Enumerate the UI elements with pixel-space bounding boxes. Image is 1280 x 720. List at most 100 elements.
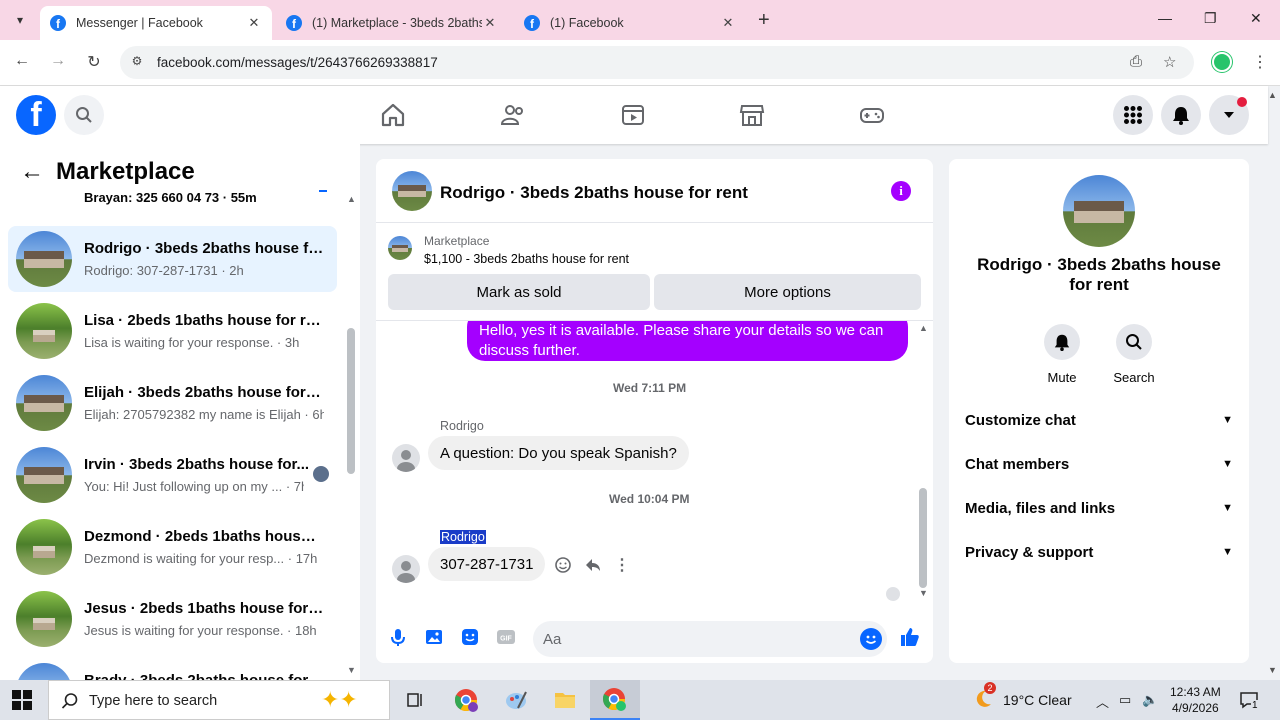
chrome-taskbar-active[interactable]: [590, 680, 640, 720]
conversation-item-irvin[interactable]: Irvin · 3beds 2baths house for... You: H…: [8, 442, 337, 508]
friends-icon[interactable]: [499, 101, 527, 129]
tab-facebook[interactable]: f (1) Facebook ✕: [514, 6, 746, 40]
chat-title[interactable]: Rodrigo · 3beds 2baths house for rent: [440, 183, 748, 203]
back-arrow-icon[interactable]: ←: [20, 158, 44, 186]
file-explorer-icon[interactable]: [551, 686, 579, 714]
scroll-up-arrow[interactable]: ▲: [919, 323, 928, 333]
search-in-conversation-button[interactable]: Search: [1104, 324, 1164, 385]
taskbar-search-box[interactable]: Type here to search ✦✦: [48, 680, 390, 720]
chat-panel: Rodrigo · 3beds 2baths house for rent i …: [376, 159, 933, 663]
gaming-icon[interactable]: [858, 101, 886, 129]
emoji-icon[interactable]: [860, 628, 882, 650]
search-highlight-icon: ✦✦: [321, 687, 358, 712]
weather-text[interactable]: 19°C Clear: [1003, 692, 1072, 708]
video-icon[interactable]: [619, 101, 647, 129]
search-button[interactable]: [64, 95, 104, 135]
seen-indicator-avatar: [886, 587, 900, 601]
listing-thumbnail[interactable]: [392, 171, 432, 211]
restore-button[interactable]: ❐: [1204, 10, 1217, 27]
browser-profile-icon[interactable]: [1212, 52, 1232, 72]
conversation-item-brady[interactable]: Brady · 3beds 2baths house for r...: [8, 658, 337, 680]
reload-button[interactable]: ↻: [83, 52, 105, 72]
page-title: Marketplace: [56, 158, 195, 185]
mute-button[interactable]: Mute: [1032, 324, 1092, 385]
info-icon[interactable]: i: [891, 181, 911, 201]
more-options-button[interactable]: More options: [654, 274, 921, 310]
paint-app-icon[interactable]: [502, 686, 530, 714]
sticker-icon[interactable]: [458, 625, 482, 649]
menu-grid-button[interactable]: [1113, 95, 1153, 135]
browser-menu-icon[interactable]: ⋮: [1252, 52, 1268, 72]
microphone-icon[interactable]: [386, 625, 410, 649]
close-icon[interactable]: ✕: [246, 15, 262, 31]
search-icon: [1126, 334, 1142, 350]
conversation-item-rodrigo[interactable]: Rodrigo · 3beds 2baths house fo... Rodri…: [8, 226, 337, 292]
forward-button[interactable]: →: [47, 52, 69, 70]
facebook-header: f: [0, 86, 1268, 144]
listing-title[interactable]: $1,100 - 3beds 2baths house for rent: [424, 252, 629, 266]
scroll-down-arrow[interactable]: ▼: [347, 665, 356, 675]
react-emoji-icon[interactable]: [554, 556, 572, 574]
clock[interactable]: 12:43 AM 4/9/2026: [1170, 684, 1221, 716]
message-input[interactable]: Aa: [533, 621, 887, 657]
privacy-support-row[interactable]: Privacy & support ▼: [965, 530, 1233, 574]
home-icon[interactable]: [379, 101, 407, 129]
install-app-icon[interactable]: ⎙: [1130, 53, 1142, 70]
back-button[interactable]: ←: [11, 52, 33, 70]
close-icon[interactable]: ✕: [482, 15, 498, 31]
listing-thumbnail: [16, 519, 72, 575]
scroll-up-arrow[interactable]: ▲: [347, 194, 356, 204]
site-info-icon[interactable]: ⚙: [128, 54, 146, 72]
customize-chat-row[interactable]: Customize chat ▼: [965, 398, 1233, 442]
listing-thumbnail: [16, 663, 72, 680]
tab-messenger[interactable]: f Messenger | Facebook ✕: [40, 6, 272, 40]
media-files-links-row[interactable]: Media, files and links ▼: [965, 486, 1233, 530]
chevron-down-icon: ▼: [1222, 546, 1233, 558]
avatar[interactable]: [392, 555, 420, 583]
page-scroll-up-arrow[interactable]: ▲: [1268, 90, 1277, 100]
marketplace-icon[interactable]: [738, 101, 766, 129]
windows-start-icon[interactable]: [12, 690, 32, 710]
conversation-item-lisa[interactable]: Lisa · 2beds 1baths house for rent Lisa …: [8, 298, 337, 364]
new-tab-button[interactable]: +: [758, 9, 770, 32]
volume-icon[interactable]: 🔈: [1142, 692, 1158, 708]
photo-icon[interactable]: [422, 625, 446, 649]
conversation-item-jesus[interactable]: Jesus · 2beds 1baths house for r... Jesu…: [8, 586, 337, 652]
page-scroll-down-arrow[interactable]: ▼: [1268, 665, 1277, 675]
battery-icon[interactable]: ▭: [1119, 692, 1131, 708]
conversation-list-scrollbar[interactable]: [347, 328, 355, 474]
chat-name: Rodrigo · 3beds 2baths house for rent: [977, 255, 1221, 294]
bookmark-star-icon[interactable]: ☆: [1163, 53, 1176, 71]
conversation-item-dezmond[interactable]: Dezmond · 2beds 1baths house f... Dezmon…: [8, 514, 337, 580]
notifications-button[interactable]: [1161, 95, 1201, 135]
chevron-down-icon: ▼: [1222, 414, 1233, 426]
avatar[interactable]: [392, 444, 420, 472]
address-bar[interactable]: ⚙ facebook.com/messages/t/26437662693388…: [120, 46, 1194, 79]
incoming-message[interactable]: A question: Do you speak Spanish?: [428, 436, 689, 470]
reply-icon[interactable]: [584, 556, 602, 574]
thumbs-up-icon[interactable]: [898, 625, 922, 649]
chat-members-row[interactable]: Chat members ▼: [965, 442, 1233, 486]
facebook-logo[interactable]: f: [16, 95, 56, 135]
show-hidden-icons-chevron-icon[interactable]: ︿: [1096, 692, 1109, 711]
url-text[interactable]: facebook.com/messages/t/2643766269338817: [157, 55, 438, 70]
tab-search-dropdown-icon[interactable]: ▾: [8, 8, 32, 32]
outgoing-message[interactable]: Hello, yes it is available. Please share…: [467, 321, 908, 361]
chat-scrollbar[interactable]: [919, 488, 927, 588]
mark-as-sold-button[interactable]: Mark as sold: [388, 274, 650, 310]
minimize-button[interactable]: —: [1158, 10, 1172, 26]
weather-icon[interactable]: 2: [972, 682, 996, 710]
gif-icon[interactable]: GIF: [494, 625, 518, 649]
task-view-icon[interactable]: [402, 686, 430, 714]
incoming-message[interactable]: 307-287-1731: [428, 547, 546, 581]
more-icon[interactable]: ⋮: [614, 555, 630, 575]
close-icon[interactable]: ✕: [720, 15, 736, 31]
conversation-item-elijah[interactable]: Elijah · 3beds 2baths house for r... Eli…: [8, 370, 337, 436]
notification-center-icon[interactable]: 1: [1239, 690, 1259, 715]
listing-photo[interactable]: [1063, 175, 1135, 247]
scroll-down-arrow[interactable]: ▼: [919, 588, 928, 598]
close-window-button[interactable]: ✕: [1250, 10, 1262, 27]
conversation-title: Lisa · 2beds 1baths house for rent: [84, 312, 324, 329]
tab-marketplace[interactable]: f (1) Marketplace - 3beds 2baths ✕: [276, 6, 508, 40]
chrome-profile-icon[interactable]: [452, 686, 480, 714]
